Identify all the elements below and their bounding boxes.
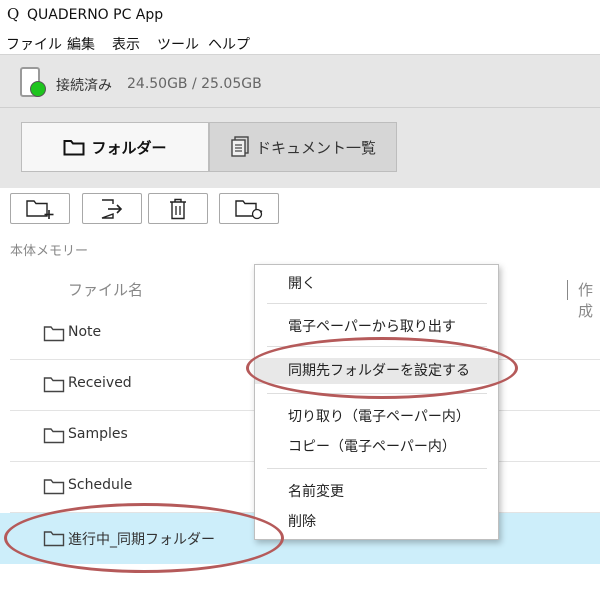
menu-file[interactable]: ファイル [6, 34, 62, 54]
tab-document-list[interactable]: ドキュメント一覧 [209, 122, 397, 172]
tab-folders[interactable]: フォルダー [21, 122, 209, 172]
context-rename[interactable]: 名前変更 [255, 479, 498, 505]
context-delete[interactable]: 削除 [255, 509, 498, 535]
delete-button[interactable] [148, 193, 208, 224]
menu-tools[interactable]: ツール [157, 34, 199, 54]
menu-help[interactable]: ヘルプ [208, 34, 250, 54]
folder-name: Samples [68, 426, 128, 442]
sync-folder-button[interactable] [219, 193, 279, 224]
context-separator [267, 468, 487, 469]
tab-document-list-label: ドキュメント一覧 [255, 138, 376, 157]
tab-folders-label: フォルダー [91, 138, 167, 157]
context-separator [267, 346, 487, 347]
folder-icon [43, 428, 65, 444]
app-logo: Q [7, 5, 20, 23]
folder-name: Received [68, 375, 132, 391]
connection-status: 接続済み [56, 78, 112, 94]
header-divider [0, 107, 600, 108]
connected-status-dot [30, 81, 46, 97]
column-header-filename[interactable]: ファイル名 [68, 279, 143, 300]
folder-name: Note [68, 324, 102, 340]
folder-icon [63, 140, 85, 156]
column-separator [567, 280, 568, 300]
menu-view[interactable]: 表示 [112, 34, 140, 54]
device-header: 接続済み 24.50GB / 25.05GB フォルダー ドキュメント一覧 [0, 54, 600, 188]
export-button[interactable] [82, 193, 142, 224]
title-bar: Q QUADERNO PC App [0, 0, 600, 30]
new-folder-icon [26, 199, 54, 219]
context-copy[interactable]: コピー（電子ペーパー内） [255, 434, 498, 460]
folder-icon [43, 479, 65, 495]
folder-name: 進行中_同期フォルダー [68, 532, 215, 548]
folder-name: Schedule [68, 477, 133, 493]
export-icon [101, 198, 123, 219]
internal-memory-label: 本体メモリー [10, 244, 89, 259]
folder-icon [43, 326, 65, 342]
sync-folder-icon [235, 199, 263, 219]
context-open[interactable]: 開く [255, 271, 498, 297]
app-title: QUADERNO PC App [27, 7, 164, 23]
menu-bar: ファイル 編集 表示 ツール ヘルプ [0, 30, 600, 54]
folder-icon [43, 377, 65, 393]
context-separator [267, 303, 487, 304]
document-list-icon [231, 136, 249, 157]
menu-edit[interactable]: 編集 [67, 34, 95, 54]
context-menu: 開く 電子ペーパーから取り出す 同期先フォルダーを設定する 切り取り（電子ペーパ… [254, 264, 499, 540]
context-cut[interactable]: 切り取り（電子ペーパー内） [255, 404, 498, 430]
folder-icon [43, 531, 65, 547]
context-set-sync-folder[interactable]: 同期先フォルダーを設定する [255, 358, 498, 384]
storage-usage: 24.50GB / 25.05GB [127, 76, 262, 92]
trash-icon [170, 198, 186, 219]
context-separator [267, 393, 487, 394]
context-eject-from-epaper[interactable]: 電子ペーパーから取り出す [255, 314, 498, 340]
new-folder-button[interactable] [10, 193, 70, 224]
